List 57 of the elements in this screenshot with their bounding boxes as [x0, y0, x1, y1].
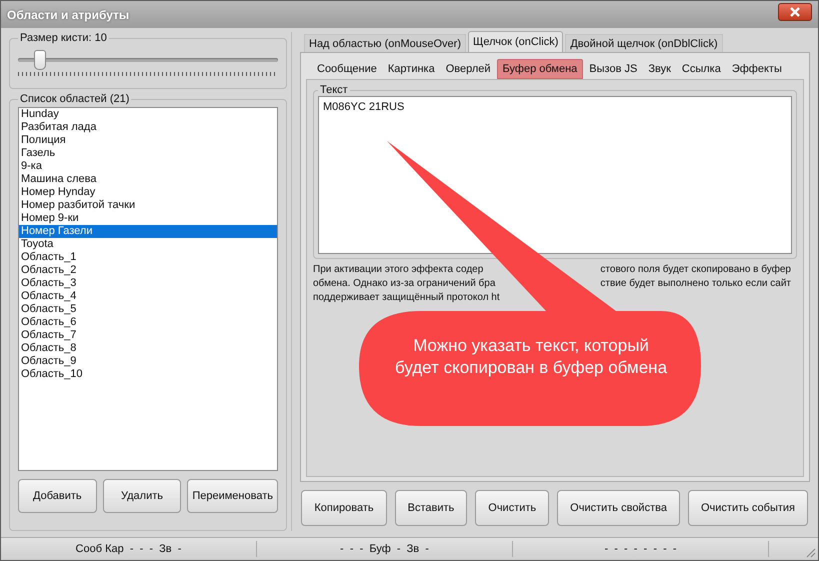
action-button[interactable]: Удалить [102, 479, 182, 513]
close-icon [789, 6, 801, 18]
list-item[interactable]: Газель [19, 147, 277, 160]
action-button[interactable]: Добавить [18, 479, 97, 513]
description-text: стового поля будет скопировано в буфер [600, 263, 791, 277]
description-text: поддерживает защищённый протокол ht [313, 291, 500, 305]
group-label: Размер кисти: 10 [19, 32, 108, 44]
window-title: Области и атрибуты [7, 8, 130, 22]
list-item[interactable]: Область_9 [19, 355, 277, 368]
effect-tab[interactable]: Буфер обмена [496, 59, 584, 79]
description-text: При активации этого эффекта содер [313, 263, 484, 277]
list-item[interactable]: Номер Газели [19, 225, 277, 238]
effect-tab[interactable]: Сообщение [312, 59, 382, 79]
list-item[interactable]: Номер Hynday [19, 186, 277, 199]
list-item[interactable]: Область_10 [19, 368, 277, 381]
list-item[interactable]: Разбитая лада [19, 121, 277, 134]
list-item[interactable]: Область_7 [19, 329, 277, 342]
description-text: обмена. Однако из-за ограничений бра [313, 277, 496, 291]
status-text: - - - Буф - Зв - [340, 543, 429, 555]
effect-tab[interactable]: Картинка [382, 59, 440, 79]
action-button[interactable]: Переименовать [187, 479, 278, 513]
event-tab[interactable]: Щелчок (onClick) [468, 31, 564, 52]
text-field[interactable]: M086YC 21RUS [318, 96, 792, 254]
list-item[interactable]: Hunday [19, 108, 277, 121]
effect-tab[interactable]: Оверлей [440, 59, 496, 79]
list-item[interactable]: Область_4 [19, 290, 277, 303]
status-text: - - - - - - - - [604, 543, 677, 555]
list-item[interactable]: Область_2 [19, 264, 277, 277]
list-item[interactable]: Номер разбитой тачки [19, 199, 277, 212]
effect-tab[interactable]: Эффекты [726, 59, 787, 79]
close-button[interactable] [778, 2, 812, 20]
group-label: Текст [319, 84, 349, 96]
effect-tab[interactable]: Вызов JS [584, 59, 642, 79]
list-item[interactable]: Область_5 [19, 303, 277, 316]
action-button[interactable]: Вставить [394, 490, 468, 526]
list-item[interactable]: 9-ка [19, 160, 277, 173]
effect-tab[interactable]: Ссылка [676, 59, 726, 79]
action-button[interactable]: Очистить события [688, 490, 808, 526]
description-text: ствие будет выполнено только если сайт [600, 277, 791, 291]
group-label: Список областей (21) [19, 93, 130, 105]
list-item[interactable]: Область_1 [19, 251, 277, 264]
event-tab[interactable]: Над областью (onMouseOver) [304, 34, 466, 52]
list-item[interactable]: Номер 9-ки [19, 212, 277, 225]
resize-grip-icon[interactable] [804, 546, 816, 558]
list-item[interactable]: Область_6 [19, 316, 277, 329]
action-button[interactable]: Копировать [301, 490, 387, 526]
status-text: Сооб Кар - - - Зв - [76, 543, 182, 555]
list-item[interactable]: Машина слева [19, 173, 277, 186]
event-tab[interactable]: Двойной щелчок (onDblClick) [565, 34, 723, 52]
list-item[interactable]: Область_3 [19, 277, 277, 290]
list-item[interactable]: Полиция [19, 134, 277, 147]
list-item[interactable]: Область_8 [19, 342, 277, 355]
callout-text: Можно указать текст, который будет скопирован в буфер обмена [394, 335, 668, 379]
list-item[interactable]: Toyota [19, 238, 277, 251]
action-button[interactable]: Очистить [475, 490, 550, 526]
action-button[interactable]: Очистить свойства [557, 490, 680, 526]
effect-tab[interactable]: Звук [643, 59, 676, 79]
